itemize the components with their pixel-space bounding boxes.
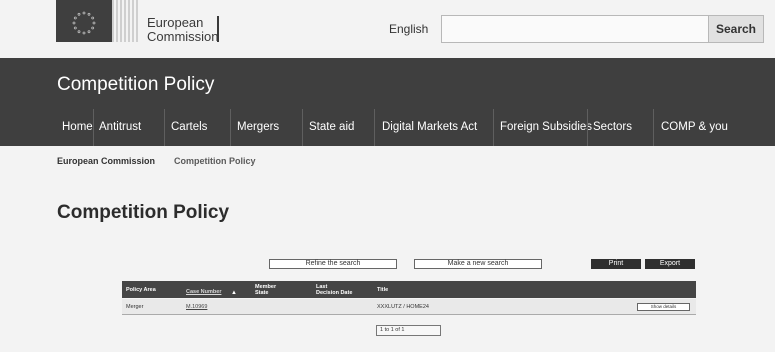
new-search-button[interactable]: Make a new search — [414, 259, 542, 269]
export-button[interactable]: Export — [645, 259, 695, 269]
col-header-policy-area[interactable]: Policy Area — [126, 287, 156, 293]
site-header-band: Competition Policy Home Antitrust Cartel… — [0, 58, 775, 146]
refine-search-button[interactable]: Refine the search — [269, 259, 397, 269]
nav-separator — [374, 109, 375, 146]
nav-separator — [587, 109, 588, 146]
nav-separator — [653, 109, 654, 146]
show-details-button[interactable]: Show details — [637, 303, 690, 311]
brand-name[interactable]: European Commission — [147, 16, 219, 44]
pagination-info[interactable]: 1 to 1 of 1 — [376, 325, 441, 336]
nav-separator — [493, 109, 494, 146]
nav-item-digital-markets-act[interactable]: Digital Markets Act — [382, 109, 477, 146]
nav-separator — [230, 109, 231, 146]
col-header-case-number[interactable]: Case Number — [186, 289, 221, 295]
top-header: European Commission English Search — [0, 0, 775, 58]
page-title: Competition Policy — [57, 202, 230, 223]
sort-ascending-icon[interactable]: ▲ — [231, 290, 237, 296]
breadcrumb-item-competition-policy[interactable]: Competition Policy — [174, 156, 256, 166]
nav-item-foreign-subsidies[interactable]: Foreign Subsidies — [500, 109, 592, 146]
cell-case-number-link[interactable]: M.10969 — [186, 304, 207, 310]
nav-item-state-aid[interactable]: State aid — [309, 109, 354, 146]
search-button[interactable]: Search — [708, 15, 764, 43]
print-button[interactable]: Print — [591, 259, 641, 269]
results-table-header: Policy Area Case Number Member State Las… — [122, 281, 696, 298]
nav-item-cartels[interactable]: Cartels — [171, 109, 207, 146]
col-header-member-state-line2[interactable]: State — [255, 290, 268, 296]
nav-item-comp-and-you[interactable]: COMP & you — [661, 109, 728, 146]
nav-item-sectors[interactable]: Sectors — [593, 109, 632, 146]
brand-line-1: European — [147, 15, 204, 30]
logo-stripes — [112, 0, 140, 42]
cell-policy-area: Merger — [126, 304, 144, 310]
ec-logo[interactable] — [56, 0, 140, 42]
breadcrumb-item-european-commission[interactable]: European Commission — [57, 156, 155, 166]
cell-title: XXXLUTZ / HOME24 — [377, 304, 429, 310]
nav-separator — [93, 109, 94, 146]
search-input[interactable] — [441, 15, 709, 43]
language-selector[interactable]: English — [389, 22, 428, 36]
brand-line-2: Commission — [147, 29, 219, 44]
nav-item-home[interactable]: Home — [62, 109, 93, 146]
nav-separator — [302, 109, 303, 146]
brand-divider — [217, 16, 219, 42]
nav-item-antitrust[interactable]: Antitrust — [99, 109, 141, 146]
col-header-last-decision-line2[interactable]: Decision Date — [316, 290, 352, 296]
main-nav: Home Antitrust Cartels Mergers State aid… — [0, 109, 775, 146]
nav-separator — [164, 109, 165, 146]
eu-flag-icon — [56, 0, 112, 42]
site-title[interactable]: Competition Policy — [57, 74, 214, 96]
nav-item-mergers[interactable]: Mergers — [237, 109, 279, 146]
col-header-title[interactable]: Title — [377, 287, 388, 293]
